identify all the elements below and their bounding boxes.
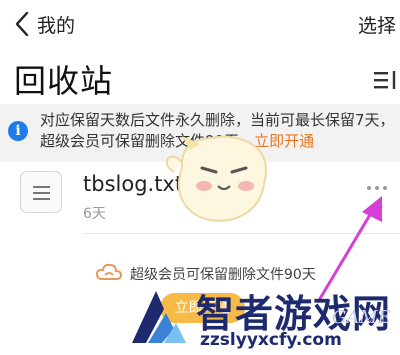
cloud-icon bbox=[96, 263, 122, 280]
mascot-sticker-icon bbox=[165, 135, 267, 222]
back-label[interactable]: 我的 bbox=[37, 11, 75, 38]
chevron-left-icon[interactable] bbox=[12, 10, 32, 38]
watermark-url: zzslyyxcfy.com bbox=[200, 330, 342, 350]
watermark-logo-icon bbox=[132, 291, 186, 343]
info-icon: i bbox=[8, 121, 28, 141]
text-file-icon bbox=[20, 171, 62, 213]
watermark-ghost-text: GAME bbox=[332, 307, 391, 328]
file-days-remaining: 6天 bbox=[83, 206, 106, 222]
sort-icon[interactable] bbox=[372, 68, 400, 92]
page-title: 回收站 bbox=[14, 62, 114, 100]
top-nav: 我的 选择 bbox=[0, 0, 400, 50]
select-button[interactable]: 选择 bbox=[358, 11, 396, 38]
promo-text: 超级会员可保留删除文件90天 bbox=[130, 267, 316, 283]
